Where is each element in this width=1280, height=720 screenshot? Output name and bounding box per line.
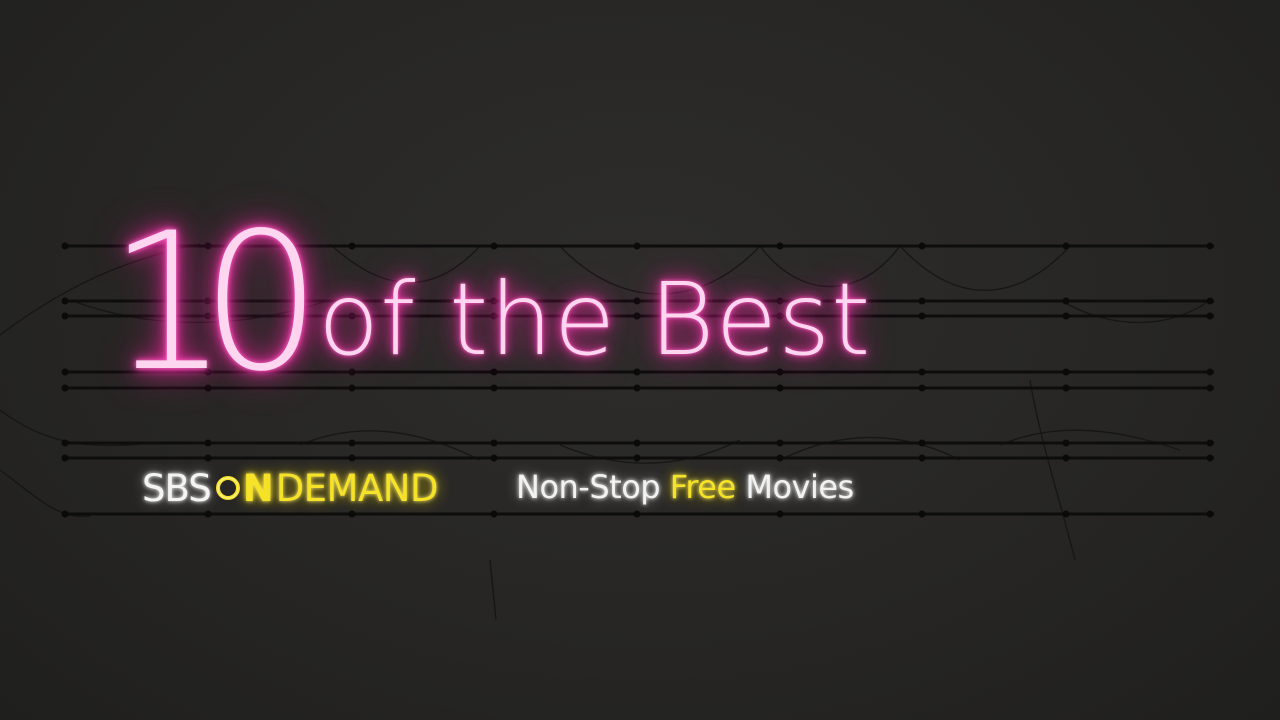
neon-number-ten: 10 [108,192,322,413]
on-circle-icon [215,476,240,500]
sbs-on-demand-logo: SBS N DEMAND [142,466,438,510]
tagline: Non-Stop Free Movies [516,471,854,503]
tagline-free: Free [669,468,736,506]
logo-on-n-letter: N [242,466,274,510]
logo-demand-text: DEMAND [275,466,439,510]
neon-sign-scene: 10 of the Best SBS N DEMAND Non-Stop Fre… [0,0,1280,720]
neon-headline-of-the-best: of the Best [318,261,872,378]
tagline-movies: Movies [745,468,854,506]
tagline-non-stop: Non-Stop [516,468,661,506]
logo-on-badge: N [215,466,274,510]
logo-sbs-text: SBS [142,466,212,510]
